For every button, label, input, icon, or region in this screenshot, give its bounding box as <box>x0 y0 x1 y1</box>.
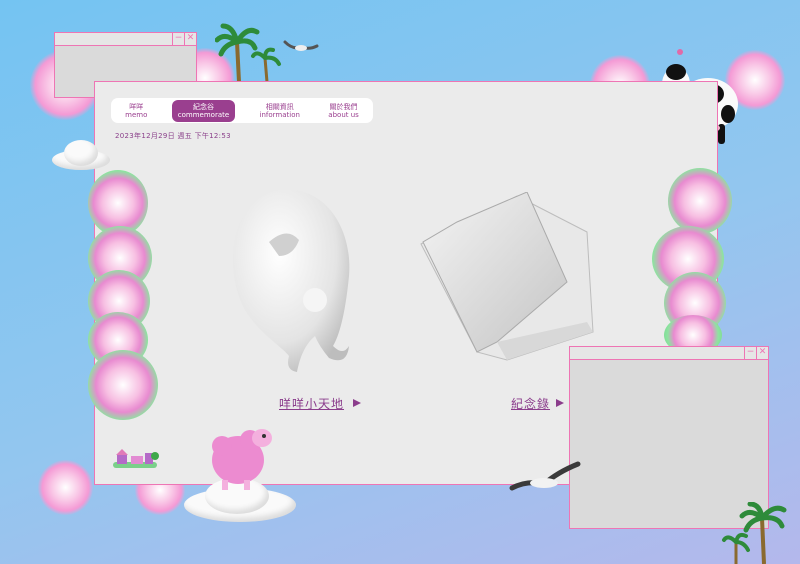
palm-tree-icon <box>722 502 787 564</box>
datetime-label: 2023年12月29日 週五 下午12:53 <box>115 132 231 140</box>
decor-blob <box>88 350 158 420</box>
arrow-right-icon[interactable] <box>556 399 564 407</box>
nav-item-commemorate[interactable]: 紀念谷 commemorate <box>171 99 236 122</box>
close-button[interactable]: ✕ <box>184 33 196 45</box>
nav-item-information[interactable]: 相關資訊 information <box>256 101 304 121</box>
nav-item-label-zh: 關於我們 <box>329 102 358 111</box>
arrow-right-icon[interactable] <box>353 399 361 407</box>
cloud-icon <box>64 140 98 166</box>
minimize-button[interactable]: − <box>744 347 756 359</box>
house-logo-icon[interactable] <box>111 448 159 470</box>
nav-item-label-zh: 咩咩 <box>129 102 144 111</box>
nav-item-label-en: information <box>259 110 300 119</box>
nav-item-label-en: commemorate <box>177 110 230 119</box>
nav-item-label-en: memo <box>125 110 148 119</box>
book-icon[interactable] <box>417 192 607 362</box>
bg-glow <box>38 460 93 515</box>
decor-blob <box>668 168 732 234</box>
palm-tree-icon <box>215 23 281 83</box>
nav-item-label-zh: 紀念谷 <box>192 102 214 111</box>
close-button[interactable]: ✕ <box>756 347 768 359</box>
minimize-button[interactable]: − <box>172 33 184 45</box>
window-titlebar[interactable]: − ✕ <box>55 33 196 46</box>
nav-item-about-us[interactable]: 關於我們 about us <box>324 101 363 121</box>
ghost-figure-icon[interactable] <box>223 186 363 376</box>
sheep-icon <box>212 429 272 490</box>
seagull-icon <box>509 461 581 491</box>
link-memo-corner[interactable]: 咩咩小天地 <box>279 395 344 412</box>
link-commemorate-record[interactable]: 紀念錄 <box>511 395 550 412</box>
window-titlebar[interactable]: − ✕ <box>570 347 768 360</box>
nav-item-label-en: about us <box>328 110 359 119</box>
nav-bar: 咩咩 memo 紀念谷 commemorate 相關資訊 information… <box>111 98 373 123</box>
seagull-icon <box>283 40 319 51</box>
nav-item-label-zh: 相關資訊 <box>265 102 294 111</box>
nav-item-memo[interactable]: 咩咩 memo <box>121 101 151 121</box>
